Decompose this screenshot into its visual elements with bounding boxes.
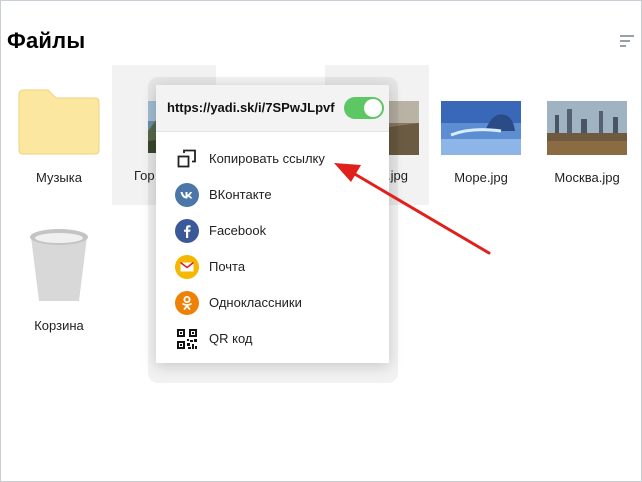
annotation-arrow [334,163,491,255]
app-window: Файлы Музыка Гор .jpg Море.jpg Москва.jp… [0,0,642,482]
